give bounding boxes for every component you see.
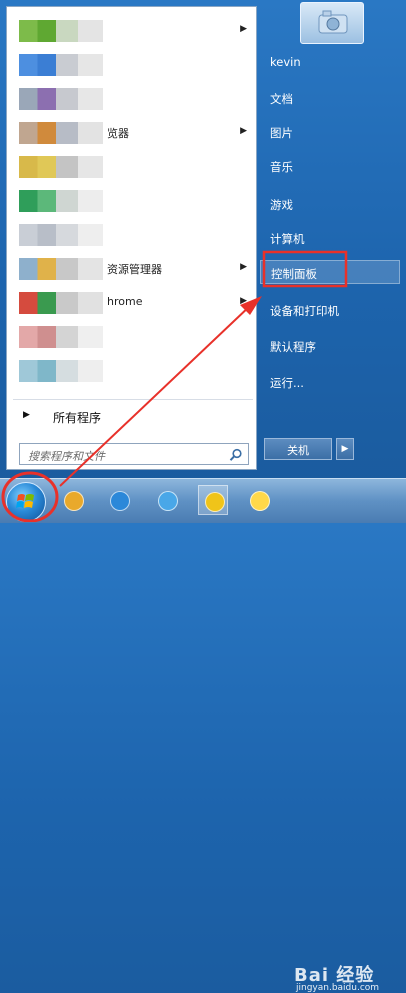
places-item-label: kevin — [270, 55, 301, 69]
submenu-arrow-icon[interactable]: ▶ — [240, 262, 247, 272]
places-item[interactable]: 默认程序 — [260, 334, 400, 358]
program-item[interactable] — [13, 153, 253, 181]
places-item[interactable]: 图片 — [260, 120, 400, 144]
program-item[interactable]: 览器 ▶ — [13, 119, 253, 147]
program-icon — [19, 20, 103, 42]
shutdown-label: 关机 — [287, 444, 309, 457]
program-item[interactable]: ▶ — [13, 17, 253, 45]
places-item-label: 图片 — [270, 126, 293, 140]
places-item-label: 控制面板 — [271, 267, 317, 281]
camera-icon — [318, 10, 348, 34]
user-picture[interactable] — [300, 2, 364, 44]
places-panel: kevin 文档图片音乐游戏计算机控制面板设备和打印机 默认程序运行... — [260, 2, 402, 470]
explorer-icon — [64, 491, 84, 511]
program-label: hrome — [107, 295, 143, 308]
search-input[interactable]: 搜索程序和文件 — [19, 443, 249, 465]
places-item-label: 默认程序 — [270, 340, 316, 354]
program-item[interactable] — [13, 51, 253, 79]
places-item-label: 设备和打印机 — [270, 304, 339, 318]
qq-icon — [158, 491, 178, 511]
program-item[interactable] — [13, 85, 253, 113]
taskbar-button[interactable] — [198, 485, 228, 515]
program-item[interactable] — [13, 187, 253, 215]
program-icon — [19, 122, 103, 144]
places-item[interactable]: 音乐 — [260, 154, 400, 178]
program-icon — [19, 190, 103, 212]
places-item-label: 计算机 — [270, 232, 305, 246]
program-icon — [19, 292, 103, 314]
watermark-url: jingyan.baidu.com — [296, 983, 380, 993]
program-item[interactable] — [13, 357, 253, 385]
program-item[interactable] — [13, 221, 253, 249]
program-item[interactable]: hrome ▶ — [13, 289, 253, 317]
search-placeholder: 搜索程序和文件 — [28, 450, 105, 463]
submenu-arrow-icon[interactable]: ▶ — [240, 24, 247, 34]
program-icon — [19, 224, 103, 246]
taskbar-button[interactable] — [152, 485, 182, 515]
start-button[interactable] — [6, 482, 46, 522]
program-icon — [19, 360, 103, 382]
program-icon — [19, 258, 103, 280]
places-item[interactable]: kevin — [260, 50, 400, 74]
program-icon — [19, 54, 103, 76]
places-item[interactable]: 文档 — [260, 86, 400, 110]
submenu-arrow-icon[interactable]: ▶ — [240, 296, 247, 306]
program-icon — [19, 88, 103, 110]
shutdown-options-button[interactable]: ▶ — [336, 438, 354, 460]
places-item[interactable]: 运行... — [260, 370, 400, 394]
programs-divider — [13, 399, 253, 400]
taskbar: Bai 经验 jingyan.baidu.com — [0, 478, 406, 993]
taskbar-button[interactable] — [58, 485, 88, 515]
shutdown-button[interactable]: 关机 — [264, 438, 332, 460]
places-item-label: 游戏 — [270, 198, 293, 212]
programs-panel: ▶ 览器 ▶ 资源管理器 ▶ hrome ▶ ▶ 所有程序 搜索程序和文件 — [6, 6, 257, 470]
submenu-arrow-icon[interactable]: ▶ — [240, 126, 247, 136]
ie-icon — [110, 491, 130, 511]
program-label: 资源管理器 — [107, 263, 162, 276]
watermark: Bai 经验 jingyan.baidu.com — [294, 961, 379, 993]
places-item-label: 运行... — [270, 376, 304, 390]
taskbar-button[interactable] — [104, 485, 134, 515]
places-item-label: 文档 — [270, 92, 293, 106]
expand-arrow-icon: ▶ — [23, 410, 30, 420]
program-label: 览器 — [107, 127, 129, 140]
windows-logo-icon — [16, 494, 34, 508]
program-icon — [19, 326, 103, 348]
program-item[interactable]: 资源管理器 ▶ — [13, 255, 253, 283]
all-programs-label: 所有程序 — [53, 411, 102, 425]
shutdown-group: 关机 ▶ — [264, 438, 354, 460]
search-icon[interactable] — [229, 447, 243, 461]
program-item[interactable] — [13, 323, 253, 351]
all-programs-button[interactable]: ▶ 所有程序 — [13, 407, 253, 427]
program-icon — [19, 156, 103, 178]
taskbar-button[interactable] — [244, 485, 274, 515]
places-item[interactable]: 控制面板 — [260, 260, 400, 284]
places-item[interactable]: 设备和打印机 — [260, 298, 400, 322]
start-menu: ▶ 览器 ▶ 资源管理器 ▶ hrome ▶ ▶ 所有程序 搜索程序和文件 kevin 文档图… — [0, 0, 406, 478]
media-icon — [205, 492, 225, 512]
places-item[interactable]: 计算机 — [260, 226, 400, 250]
weather-icon — [250, 491, 270, 511]
places-item-label: 音乐 — [270, 160, 293, 174]
places-item[interactable]: 游戏 — [260, 192, 400, 216]
